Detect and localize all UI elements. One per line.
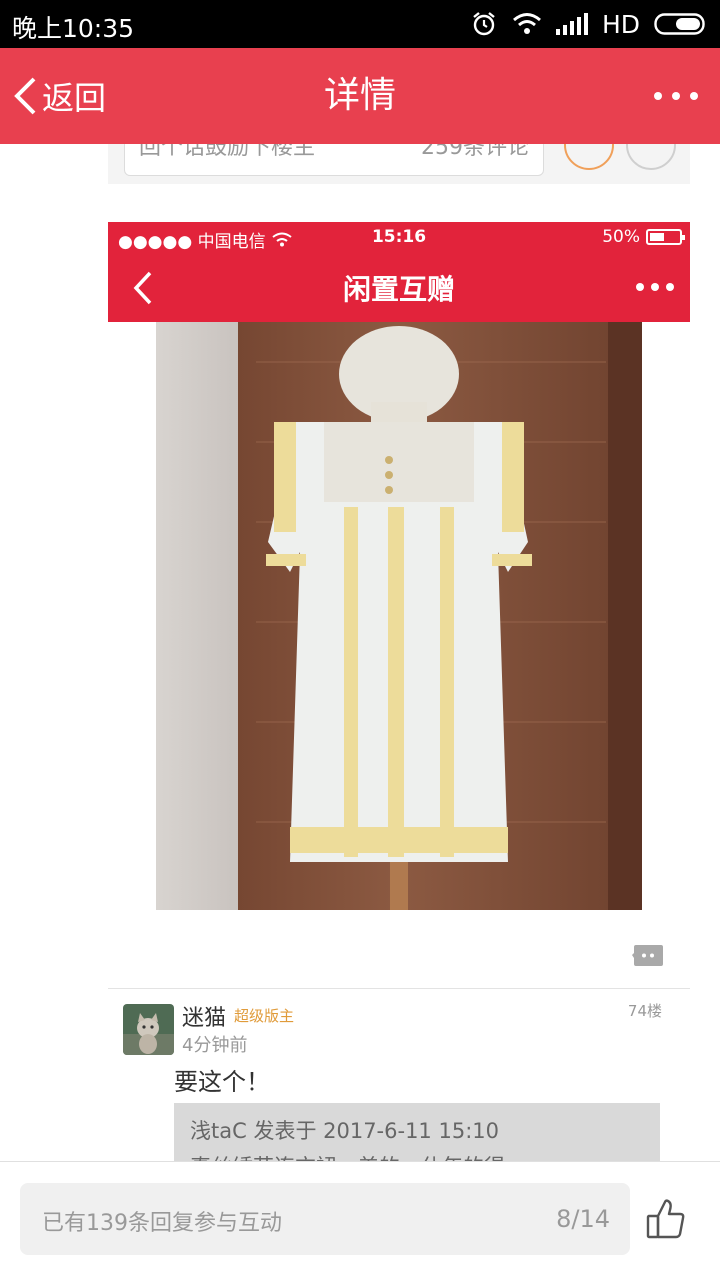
more-dot-icon <box>672 92 680 100</box>
share-circle-icon[interactable] <box>626 144 676 170</box>
previous-post-card: 回个话鼓励下楼主 259条评论 <box>108 144 690 184</box>
embedded-status-bar: ●●●●● 中国电信 15:16 50% <box>108 222 690 254</box>
post-time: 4分钟前 <box>182 1035 248 1056</box>
back-label: 返回 <box>42 79 107 117</box>
embedded-more-icon <box>636 282 674 292</box>
user-role-badge: 超级版主 <box>234 1007 295 1025</box>
username[interactable]: 迷猫 <box>182 1000 226 1032</box>
reply-placeholder: 已有139条回复参与互动 <box>42 1211 282 1236</box>
signal-icon <box>555 13 588 35</box>
comment-count: 259条评论 <box>421 144 529 160</box>
comment-input-text: 回个话鼓励下楼主 <box>139 144 316 160</box>
quote-arrow-icon <box>646 1103 656 1111</box>
embedded-battery-icon <box>646 229 685 245</box>
embedded-screenshot-header: ●●●●● 中国电信 15:16 50% 闲置互赠 <box>108 222 690 322</box>
thumbs-up-icon[interactable] <box>646 1198 686 1240</box>
chevron-left-icon <box>14 77 36 115</box>
embedded-title: 闲置互赠 <box>342 273 455 306</box>
more-menu-button[interactable] <box>654 81 698 111</box>
app-header: 返回 详情 <box>0 48 720 144</box>
divider <box>108 988 690 989</box>
page-indicator[interactable]: 8/14 <box>556 1205 610 1233</box>
favorite-circle-icon[interactable] <box>564 144 614 170</box>
floor-number: 74楼 <box>627 1002 662 1020</box>
quote-header: 浅taC 发表于 2017-6-11 15:10 <box>190 1119 499 1143</box>
reply-input[interactable]: 已有139条回复参与互动 8/14 <box>20 1183 630 1255</box>
avatar[interactable] <box>123 1004 174 1055</box>
status-icons: HD <box>470 6 708 42</box>
more-dot-icon <box>654 92 662 100</box>
post-text: 要这个！ <box>174 1068 270 1096</box>
back-button[interactable]: 返回 <box>12 48 106 144</box>
network-label: HD <box>601 9 640 39</box>
page-title: 详情 <box>323 75 396 116</box>
embedded-battery-label: 50% <box>602 227 640 247</box>
wifi-icon <box>512 13 541 34</box>
embedded-battery-group: 50% <box>602 227 685 247</box>
more-dot-icon <box>690 92 698 100</box>
alarm-icon <box>473 12 495 36</box>
system-status-bar: 晚上10:35 HD <box>0 0 720 48</box>
product-photo[interactable] <box>156 322 642 910</box>
dress-image <box>156 322 642 910</box>
status-time: 晚上10:35 <box>12 14 135 43</box>
battery-icon <box>654 13 705 35</box>
comment-input-preview[interactable]: 回个话鼓励下楼主 259条评论 <box>124 144 544 176</box>
comment-icon[interactable] <box>632 944 664 968</box>
bottom-bar: 已有139条回复参与互动 8/14 <box>0 1161 720 1280</box>
